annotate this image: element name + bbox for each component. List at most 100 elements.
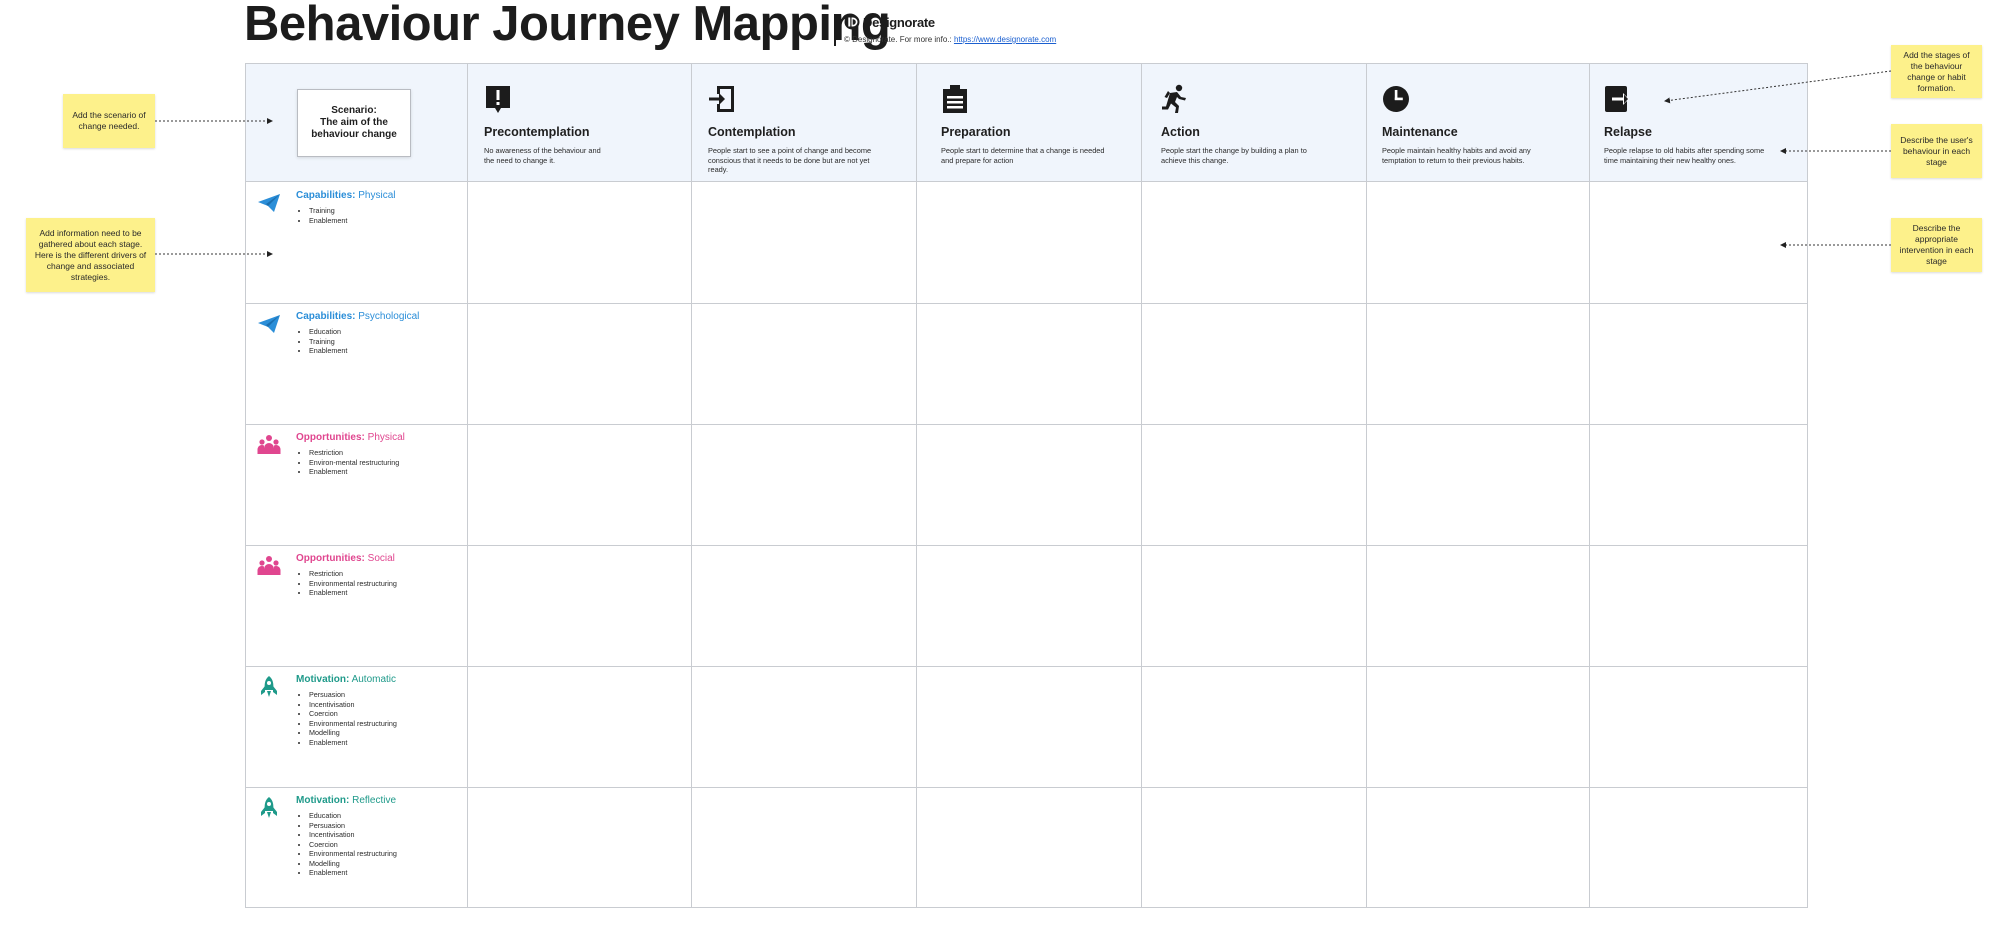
row-items: Training Enablement [309,206,347,225]
exclamation-bubble-icon [486,86,510,113]
stage-description: No awareness of the behaviour and the ne… [484,146,601,165]
running-person-icon [1162,84,1186,113]
list-item: Persuasion [309,690,397,700]
sticky-note-stages[interactable]: Add the stages of the behaviour change o… [1891,45,1982,98]
row-category: Capabilities: [296,190,356,201]
list-item: Enablement [309,216,347,226]
brand: Designorate [844,14,935,30]
row-items: Education Training Enablement [309,327,347,356]
list-item: Coercion [309,709,397,719]
list-item: Environmental restructuring [309,849,397,859]
list-item: Education [309,811,397,821]
grid-column-line [1589,64,1590,907]
clipboard-icon [943,85,967,113]
journey-board: Scenario: The aim of the behaviour chang… [245,63,1808,908]
grid-row-line [246,424,1807,425]
row-title: Opportunities: Physical [296,432,405,443]
page-title: Behaviour Journey Mapping [244,0,891,51]
list-item: Environ-mental restructuring [309,458,399,468]
list-item: Enablement [309,868,397,878]
grid-row-line [246,787,1807,788]
row-title: Motivation: Automatic [296,674,396,685]
list-item: Persuasion [309,821,397,831]
stage-name: Precontemplation [484,125,590,139]
sign-in-icon [709,86,734,112]
people-group-icon [257,435,281,454]
stage-description: People start the change by building a pl… [1161,146,1307,165]
row-type: Automatic [351,674,397,685]
row-items: Persuasion Incentivisation Coercion Envi… [309,690,397,747]
stage-maintenance[interactable]: Maintenance People maintain healthy habi… [1382,84,1547,165]
list-item: Restriction [309,569,397,579]
list-item: Environmental restructuring [309,719,397,729]
stage-name: Relapse [1604,125,1652,139]
designorate-logo-icon [844,14,860,30]
list-item: Incentivisation [309,830,397,840]
stage-name: Action [1161,125,1200,139]
row-category: Motivation: [296,795,350,806]
copyright: © Designorate. For more info.: https://w… [844,35,1056,44]
stage-contemplation[interactable]: Contemplation People start to see a poin… [708,84,873,175]
paper-plane-icon [258,315,280,333]
paper-plane-icon [258,194,280,212]
row-type: Physical [358,190,396,201]
list-item: Training [309,337,347,347]
row-type: Reflective [352,795,397,806]
row-title: Opportunities: Social [296,553,395,564]
people-group-icon [257,556,281,575]
list-item: Coercion [309,840,397,850]
list-item: Training [309,206,347,216]
row-items: Restriction Environ-mental restructuring… [309,448,399,477]
row-category: Opportunities: [296,432,365,443]
row-type: Physical [367,432,405,443]
row-type: Social [367,553,395,564]
row-title: Capabilities: Psychological [296,311,419,322]
sticky-note-behaviour[interactable]: Describe the user's behaviour in each st… [1891,124,1982,178]
stage-action[interactable]: Action People start the change by buildi… [1161,84,1311,165]
scenario-card[interactable]: Scenario: The aim of the behaviour chang… [297,89,411,157]
list-item: Modelling [309,728,397,738]
designorate-link[interactable]: https://www.designorate.com [954,35,1056,44]
stage-name: Preparation [941,125,1011,139]
sticky-note-intervention[interactable]: Describe the appropriate intervention in… [1891,218,1982,272]
stage-relapse[interactable]: Relapse People relapse to old habits aft… [1604,84,1769,165]
stage-name: Maintenance [1382,125,1458,139]
copyright-text: © Designorate. For more info.: [844,35,954,44]
row-type: Psychological [358,311,420,322]
list-item: Enablement [309,467,399,477]
list-item: Education [309,327,347,337]
grid-column-line [1366,64,1367,907]
stage-precontemplation[interactable]: Precontemplation No awareness of the beh… [484,84,604,165]
row-category: Motivation: [296,674,350,685]
list-item: Restriction [309,448,399,458]
title-divider [834,14,836,46]
scenario-label: Scenario: [331,105,377,116]
row-category: Capabilities: [296,311,356,322]
grid-row-line [246,303,1807,304]
grid-column-line [1141,64,1142,907]
sticky-note-scenario[interactable]: Add the scenario of change needed. [63,94,155,148]
list-item: Modelling [309,859,397,869]
list-item: Incentivisation [309,700,397,710]
rocket-icon [261,676,277,697]
stage-description: People start to see a point of change an… [708,146,872,174]
scenario-text: The aim of the behaviour change [311,117,397,140]
row-category: Opportunities: [296,553,365,564]
stage-preparation[interactable]: Preparation People start to determine th… [941,84,1106,165]
list-item: Environmental restructuring [309,579,397,589]
stage-description: People maintain healthy habits and avoid… [1382,146,1531,165]
stage-description: People relapse to old habits after spend… [1604,146,1765,165]
sign-out-icon [1605,86,1629,112]
row-items: Restriction Environmental restructuring … [309,569,397,598]
grid-row-line [246,666,1807,667]
sticky-note-information[interactable]: Add information need to be gathered abou… [26,218,155,292]
row-title: Capabilities: Physical [296,190,396,201]
clock-icon [1383,86,1409,112]
grid-row-line [246,545,1807,546]
canvas: Behaviour Journey Mapping Designorate © … [0,0,2000,927]
row-title: Motivation: Reflective [296,795,396,806]
list-item: Enablement [309,346,347,356]
list-item: Enablement [309,588,397,598]
list-item: Enablement [309,738,397,748]
grid-column-line [691,64,692,907]
